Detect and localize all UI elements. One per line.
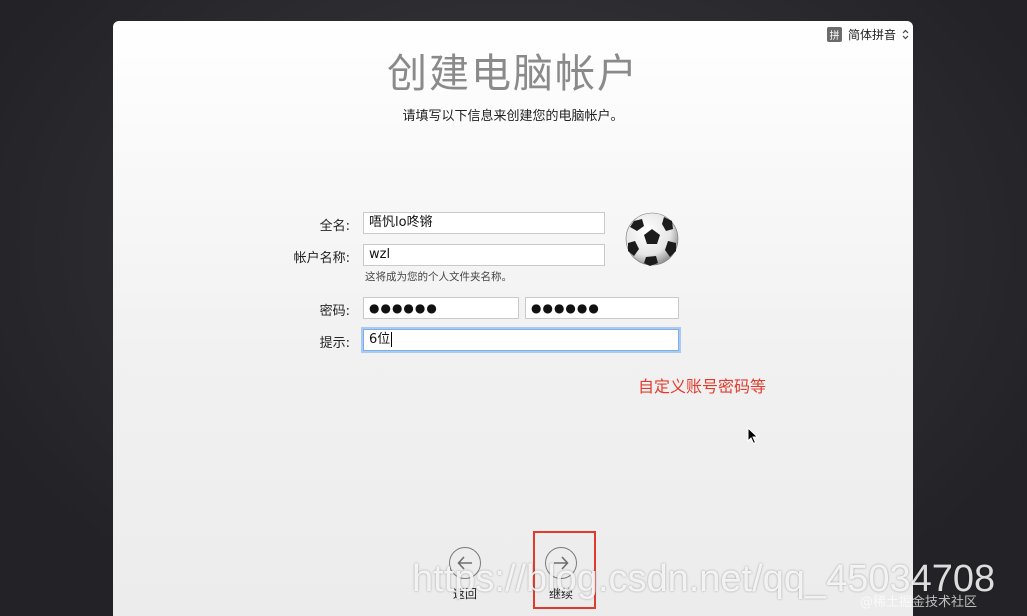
input-method-label: 简体拼音 <box>847 27 896 42</box>
password-hint-value: 6位 <box>369 332 391 347</box>
desktop-background: 拼 简体拼音 创建电脑帐户 请填写以下信息来创建您的电脑帐户。 全名: 唔忛lo… <box>0 0 1027 616</box>
setup-assistant-window: 拼 简体拼音 创建电脑帐户 请填写以下信息来创建您的电脑帐户。 全名: 唔忛lo… <box>113 21 913 616</box>
mouse-pointer-icon <box>747 427 759 445</box>
verify-password-field[interactable]: ●●●●●● <box>525 297 679 319</box>
password-hint-field[interactable]: 6位 <box>363 329 679 351</box>
pinyin-icon: 拼 <box>826 26 842 42</box>
text-caret <box>391 332 393 347</box>
page-title: 创建电脑帐户 <box>387 51 639 97</box>
fullname-field[interactable]: 唔忛lo咚锵 <box>363 212 605 234</box>
account-name-field[interactable]: wzl <box>363 244 605 266</box>
page-subtitle: 请填写以下信息来创建您的电脑帐户。 <box>402 109 624 124</box>
account-name-label: 帐户名称: <box>293 251 350 266</box>
password-label: 密码: <box>319 304 350 319</box>
soccer-ball-avatar[interactable] <box>624 211 680 267</box>
password-hint-label: 提示: <box>319 336 350 351</box>
community-watermark: @稀土掘金技术社区 <box>860 595 978 610</box>
fullname-label: 全名: <box>319 219 350 234</box>
up-down-chevron-icon <box>902 29 909 40</box>
account-name-hint: 这将成为您的个人文件夹名称。 <box>365 271 512 283</box>
red-annotation-text: 自定义账号密码等 <box>638 377 767 396</box>
password-field[interactable]: ●●●●●● <box>363 297 519 319</box>
